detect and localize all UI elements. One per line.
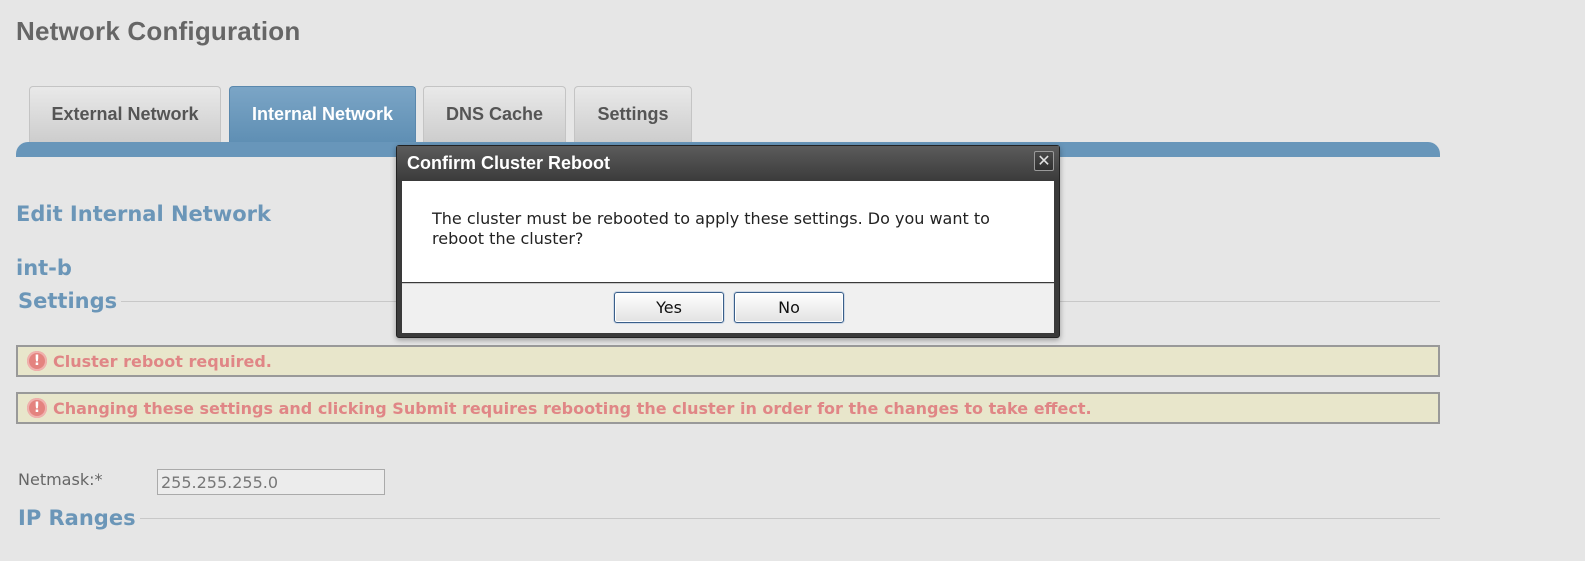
tab-dns-cache[interactable]: DNS Cache xyxy=(423,86,566,142)
confirm-reboot-dialog: Confirm Cluster Reboot ✕ The cluster mus… xyxy=(396,145,1060,338)
tab-internal-network[interactable]: Internal Network xyxy=(229,86,416,142)
ip-ranges-legend-label: IP Ranges xyxy=(18,506,136,530)
alert-reboot-notice: ! Changing these settings and clicking S… xyxy=(16,392,1440,424)
netmask-label: Netmask:* xyxy=(18,470,103,489)
no-button[interactable]: No xyxy=(734,292,844,323)
alert-text: Changing these settings and clicking Sub… xyxy=(53,398,1092,418)
alert-text: Cluster reboot required. xyxy=(53,351,272,371)
alert-reboot-required: ! Cluster reboot required. xyxy=(16,345,1440,377)
yes-button[interactable]: Yes xyxy=(614,292,724,323)
dialog-title: Confirm Cluster Reboot xyxy=(407,153,611,173)
tab-external-network[interactable]: External Network xyxy=(29,86,221,142)
netmask-input[interactable] xyxy=(157,469,385,495)
warning-icon: ! xyxy=(27,398,47,418)
dialog-footer: Yes No xyxy=(402,283,1054,333)
ip-ranges-legend: IP Ranges xyxy=(18,506,1440,530)
network-name: int-b xyxy=(16,256,72,280)
section-title: Edit Internal Network xyxy=(16,202,271,226)
settings-legend-label: Settings xyxy=(18,289,118,313)
dialog-titlebar[interactable]: Confirm Cluster Reboot ✕ xyxy=(397,146,1059,180)
page-title: Network Configuration xyxy=(16,16,301,46)
close-icon[interactable]: ✕ xyxy=(1034,151,1054,171)
legend-divider xyxy=(139,517,1440,519)
dialog-body: The cluster must be rebooted to apply th… xyxy=(402,181,1054,282)
dialog-message: The cluster must be rebooted to apply th… xyxy=(432,209,990,248)
tab-settings[interactable]: Settings xyxy=(574,86,692,142)
warning-icon: ! xyxy=(27,351,47,371)
